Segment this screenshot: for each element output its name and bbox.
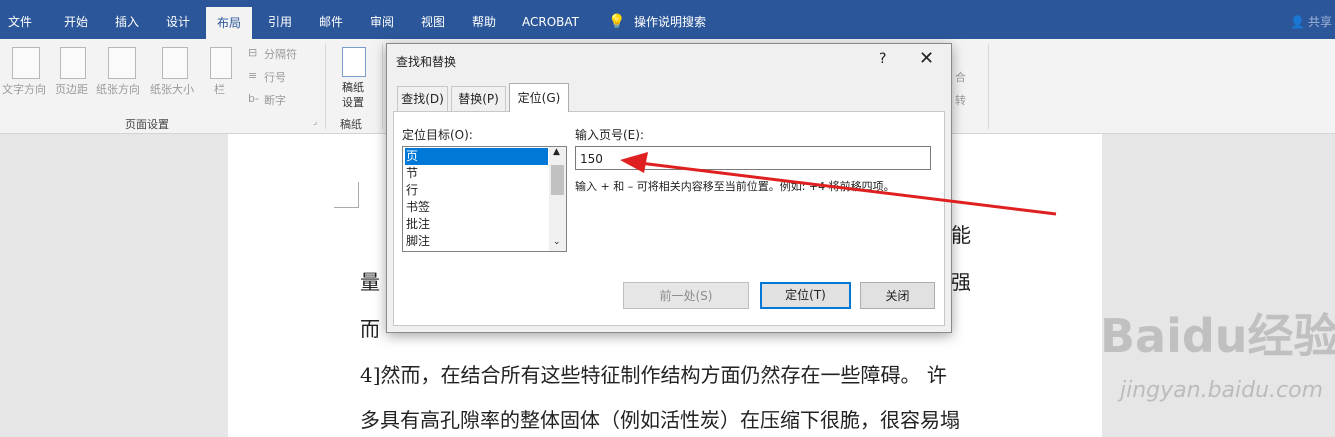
watermark-url: jingyan.baidu.com	[1120, 378, 1324, 403]
tab-goto[interactable]: 定位(G)	[509, 83, 569, 112]
watermark-brand: Baidu经验	[1100, 309, 1335, 363]
annotation-arrow	[620, 152, 1057, 216]
